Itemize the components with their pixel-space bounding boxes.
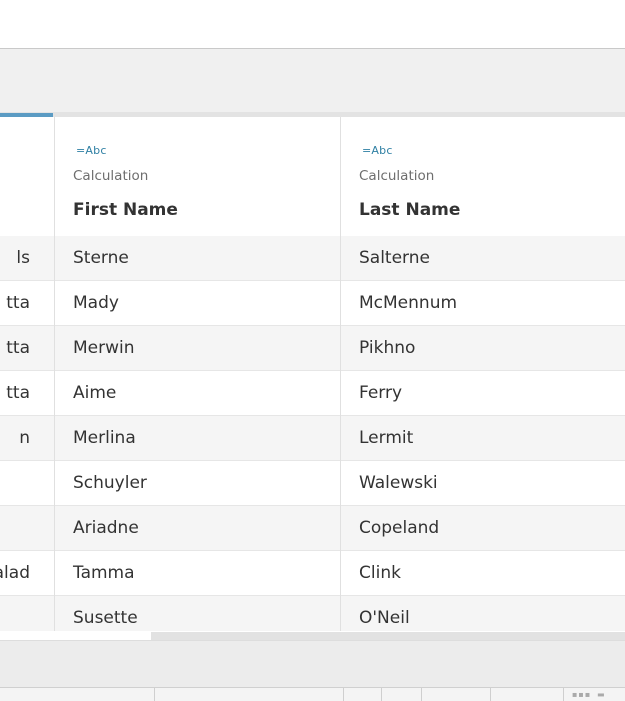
table-cell: Schuyler: [73, 473, 147, 493]
table-row[interactable]: alad Tamma Clink: [0, 551, 625, 596]
table-cell: Sterne: [73, 248, 129, 268]
column-header-last-name[interactable]: Last Name: [359, 200, 460, 220]
bottom-panel: [0, 640, 625, 688]
grid-header: =Abc Calculation First Name =Abc Calcula…: [0, 117, 625, 237]
table-cell: Clink: [359, 563, 401, 583]
status-divider: [490, 688, 491, 701]
horizontal-scrollbar[interactable]: [151, 632, 625, 640]
table-cell: Mady: [73, 293, 119, 313]
table-cell: ls: [16, 248, 30, 268]
column-type-label: Calculation: [359, 168, 435, 184]
status-divider: [381, 688, 382, 701]
data-grid: =Abc Calculation First Name =Abc Calcula…: [0, 117, 625, 631]
table-cell: Aime: [73, 383, 117, 403]
string-calculation-icon: =Abc: [76, 144, 107, 157]
table-row[interactable]: Ariadne Copeland: [0, 506, 625, 551]
table-cell: tta: [6, 293, 30, 313]
table-row[interactable]: Schuyler Walewski: [0, 461, 625, 506]
table-cell: Ariadne: [73, 518, 139, 538]
table-row[interactable]: tta Aime Ferry: [0, 371, 625, 416]
panel-view-icon[interactable]: ▬: [597, 690, 606, 699]
table-cell: Salterne: [359, 248, 430, 268]
table-cell: Lermit: [359, 428, 414, 448]
string-calculation-icon: =Abc: [362, 144, 393, 157]
grid-view-icon[interactable]: ▪▪▪: [572, 690, 591, 699]
table-cell: McMennum: [359, 293, 458, 313]
table-cell: Merwin: [73, 338, 135, 358]
status-divider: [154, 688, 155, 701]
table-row[interactable]: ls Sterne Salterne: [0, 236, 625, 281]
table-cell: Walewski: [359, 473, 438, 493]
table-cell: Ferry: [359, 383, 403, 403]
column-divider[interactable]: [54, 117, 55, 631]
status-bar: ▪▪▪ ▬: [0, 687, 625, 701]
table-cell: tta: [6, 383, 30, 403]
column-header-first-name[interactable]: First Name: [73, 200, 178, 220]
table-cell: n: [19, 428, 30, 448]
table-cell: tta: [6, 338, 30, 358]
table-row[interactable]: n Merlina Lermit: [0, 416, 625, 461]
table-cell: Susette: [73, 608, 138, 628]
table-row[interactable]: Susette O'Neil: [0, 596, 625, 631]
status-divider: [343, 688, 344, 701]
column-type-label: Calculation: [73, 168, 149, 184]
table-cell: O'Neil: [359, 608, 410, 628]
top-bar: [0, 0, 625, 49]
table-cell: Merlina: [73, 428, 136, 448]
table-cell: Tamma: [73, 563, 135, 583]
column-divider[interactable]: [340, 117, 341, 631]
status-divider: [563, 688, 564, 701]
table-row[interactable]: tta Mady McMennum: [0, 281, 625, 326]
status-divider: [421, 688, 422, 701]
table-cell: Pikhno: [359, 338, 416, 358]
table-row[interactable]: tta Merwin Pikhno: [0, 326, 625, 371]
table-cell: alad: [0, 563, 30, 583]
table-cell: Copeland: [359, 518, 440, 538]
data-grid-toolbar: 100 → rows: [0, 49, 625, 146]
